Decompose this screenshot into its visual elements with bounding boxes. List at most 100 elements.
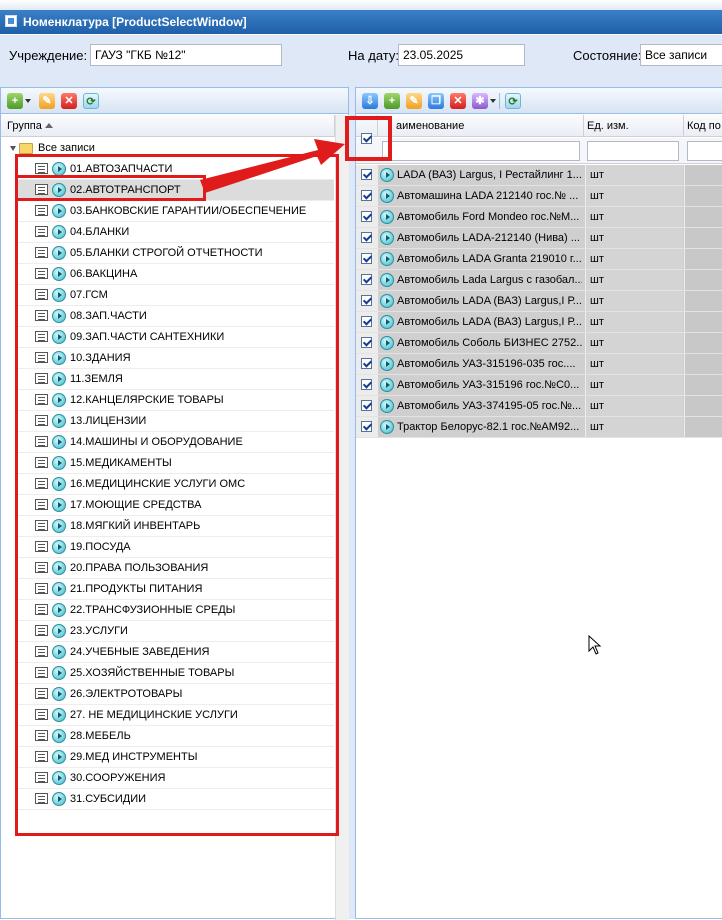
row-checkbox[interactable] [361, 190, 372, 201]
institution-field[interactable]: ГАУЗ "ГКБ №12" [90, 44, 282, 66]
edit-icon[interactable]: ✎ [39, 93, 55, 109]
open-group-icon[interactable] [52, 162, 66, 176]
open-item-icon[interactable] [380, 399, 394, 413]
row-checkbox[interactable] [361, 400, 372, 411]
open-item-icon[interactable] [380, 357, 394, 371]
open-group-icon[interactable] [52, 540, 66, 554]
table-row[interactable]: Автомобиль Ford Mondeo гос.№М... шт [356, 207, 722, 228]
row-checkbox[interactable] [361, 358, 372, 369]
open-group-icon[interactable] [52, 372, 66, 386]
open-group-icon[interactable] [52, 225, 66, 239]
tree-item[interactable]: 22.ТРАНСФУЗИОННЫЕ СРЕДЫ [18, 600, 334, 621]
row-checkbox[interactable] [361, 253, 372, 264]
tree-item[interactable]: 12.КАНЦЕЛЯРСКИЕ ТОВАРЫ [18, 390, 334, 411]
tree-item[interactable]: 25.ХОЗЯЙСТВЕННЫЕ ТОВАРЫ [18, 663, 334, 684]
download-icon[interactable]: ⇩ [362, 93, 378, 109]
tree-item[interactable]: 11.ЗЕМЛЯ [18, 369, 334, 390]
tree-item[interactable]: 23.УСЛУГИ [18, 621, 334, 642]
open-group-icon[interactable] [52, 204, 66, 218]
row-checkbox[interactable] [361, 295, 372, 306]
tree-item[interactable]: 05.БЛАНКИ СТРОГОЙ ОТЧЕТНОСТИ [18, 243, 334, 264]
tree-scrollbar[interactable] [335, 115, 349, 920]
tree-item[interactable]: 06.ВАКЦИНА [18, 264, 334, 285]
tree-item[interactable]: 18.МЯГКИЙ ИНВЕНТАРЬ [18, 516, 334, 537]
tree-item[interactable]: 14.МАШИНЫ И ОБОРУДОВАНИЕ [18, 432, 334, 453]
open-group-icon[interactable] [52, 603, 66, 617]
delete-icon[interactable]: ✕ [61, 93, 77, 109]
code-filter-input[interactable] [687, 141, 722, 161]
open-item-icon[interactable] [380, 420, 394, 434]
window-caption[interactable]: Номенклатура [ProductSelectWindow] [0, 10, 722, 34]
unit-column-header[interactable]: Ед. изм. [584, 115, 684, 137]
code-column-header[interactable]: Код по [684, 115, 722, 137]
tree-item[interactable]: 10.ЗДАНИЯ [18, 348, 334, 369]
open-item-icon[interactable] [380, 168, 394, 182]
date-field[interactable]: 23.05.2025 [398, 44, 525, 66]
row-checkbox[interactable] [361, 421, 372, 432]
open-item-icon[interactable] [380, 252, 394, 266]
name-filter-input[interactable] [382, 141, 580, 161]
copy-icon[interactable]: ❐ [428, 93, 444, 109]
open-item-icon[interactable] [380, 294, 394, 308]
tree-item[interactable]: 07.ГСМ [18, 285, 334, 306]
open-group-icon[interactable] [52, 498, 66, 512]
tree-item[interactable]: 27. НЕ МЕДИЦИНСКИЕ УСЛУГИ [18, 705, 334, 726]
row-checkbox[interactable] [361, 316, 372, 327]
open-group-icon[interactable] [52, 561, 66, 575]
open-group-icon[interactable] [52, 624, 66, 638]
open-group-icon[interactable] [52, 645, 66, 659]
tree-item[interactable]: 03.БАНКОВСКИЕ ГАРАНТИИ/ОБЕСПЕЧЕНИЕ [18, 201, 334, 222]
table-row[interactable]: Автомашина LADA 212140 гос.№ ... шт [356, 186, 722, 207]
open-item-icon[interactable] [380, 273, 394, 287]
row-checkbox[interactable] [361, 379, 372, 390]
tree-item[interactable]: 20.ПРАВА ПОЛЬЗОВАНИЯ [18, 558, 334, 579]
add-icon[interactable]: + [384, 93, 400, 109]
table-row[interactable]: Автомобиль LADA Granta 219010 г... шт [356, 249, 722, 270]
tree-item[interactable]: 15.МЕДИКАМЕНТЫ [18, 453, 334, 474]
row-checkbox[interactable] [361, 337, 372, 348]
open-group-icon[interactable] [52, 708, 66, 722]
table-row[interactable]: Автомобиль УАЗ-315196 гос.№С0... шт [356, 375, 722, 396]
open-item-icon[interactable] [380, 336, 394, 350]
tree-item[interactable]: 29.МЕД ИНСТРУМЕНТЫ [18, 747, 334, 768]
row-checkbox[interactable] [361, 232, 372, 243]
open-group-icon[interactable] [52, 750, 66, 764]
tree-item[interactable]: 31.СУБСИДИИ [18, 789, 334, 810]
state-select[interactable]: Все записи [640, 44, 722, 66]
tree-item[interactable]: 04.БЛАНКИ [18, 222, 334, 243]
select-all-checkbox[interactable] [361, 133, 372, 144]
row-checkbox[interactable] [361, 169, 372, 180]
open-group-icon[interactable] [52, 435, 66, 449]
open-item-icon[interactable] [380, 210, 394, 224]
table-row[interactable]: Автомобиль Lada Largus с газобал... шт [356, 270, 722, 291]
tree-item[interactable]: 02.АВТОТРАНСПОРТ [18, 180, 334, 201]
open-item-icon[interactable] [380, 231, 394, 245]
open-group-icon[interactable] [52, 456, 66, 470]
open-item-icon[interactable] [380, 189, 394, 203]
tree-item[interactable]: 01.АВТОЗАПЧАСТИ [18, 159, 334, 180]
delete-icon[interactable]: ✕ [450, 93, 466, 109]
open-item-icon[interactable] [380, 315, 394, 329]
tree-item[interactable]: 19.ПОСУДА [18, 537, 334, 558]
open-group-icon[interactable] [52, 267, 66, 281]
group-column-header[interactable]: Группа [1, 115, 335, 137]
open-item-icon[interactable] [380, 378, 394, 392]
open-group-icon[interactable] [52, 666, 66, 680]
open-group-icon[interactable] [52, 351, 66, 365]
open-group-icon[interactable] [52, 288, 66, 302]
tree-item[interactable]: 16.МЕДИЦИНСКИЕ УСЛУГИ ОМС [18, 474, 334, 495]
tree-item[interactable]: 08.ЗАП.ЧАСТИ [18, 306, 334, 327]
open-group-icon[interactable] [52, 771, 66, 785]
tree-item[interactable]: 28.МЕБЕЛЬ [18, 726, 334, 747]
row-checkbox[interactable] [361, 211, 372, 222]
table-row[interactable]: Автомобиль LADA (ВАЗ) Largus,I Р... шт [356, 312, 722, 333]
tree-item[interactable]: 13.ЛИЦЕНЗИИ [18, 411, 334, 432]
table-row[interactable]: Автомобиль LADA-212140 (Нива) ... шт [356, 228, 722, 249]
open-group-icon[interactable] [52, 792, 66, 806]
open-group-icon[interactable] [52, 330, 66, 344]
tree-item[interactable]: 09.ЗАП.ЧАСТИ САНТЕХНИКИ [18, 327, 334, 348]
collapse-toggle-icon[interactable] [10, 146, 16, 151]
tree-item[interactable]: 21.ПРОДУКТЫ ПИТАНИЯ [18, 579, 334, 600]
add-icon[interactable]: + [7, 93, 23, 109]
tree-item[interactable]: 26.ЭЛЕКТРОТОВАРЫ [18, 684, 334, 705]
